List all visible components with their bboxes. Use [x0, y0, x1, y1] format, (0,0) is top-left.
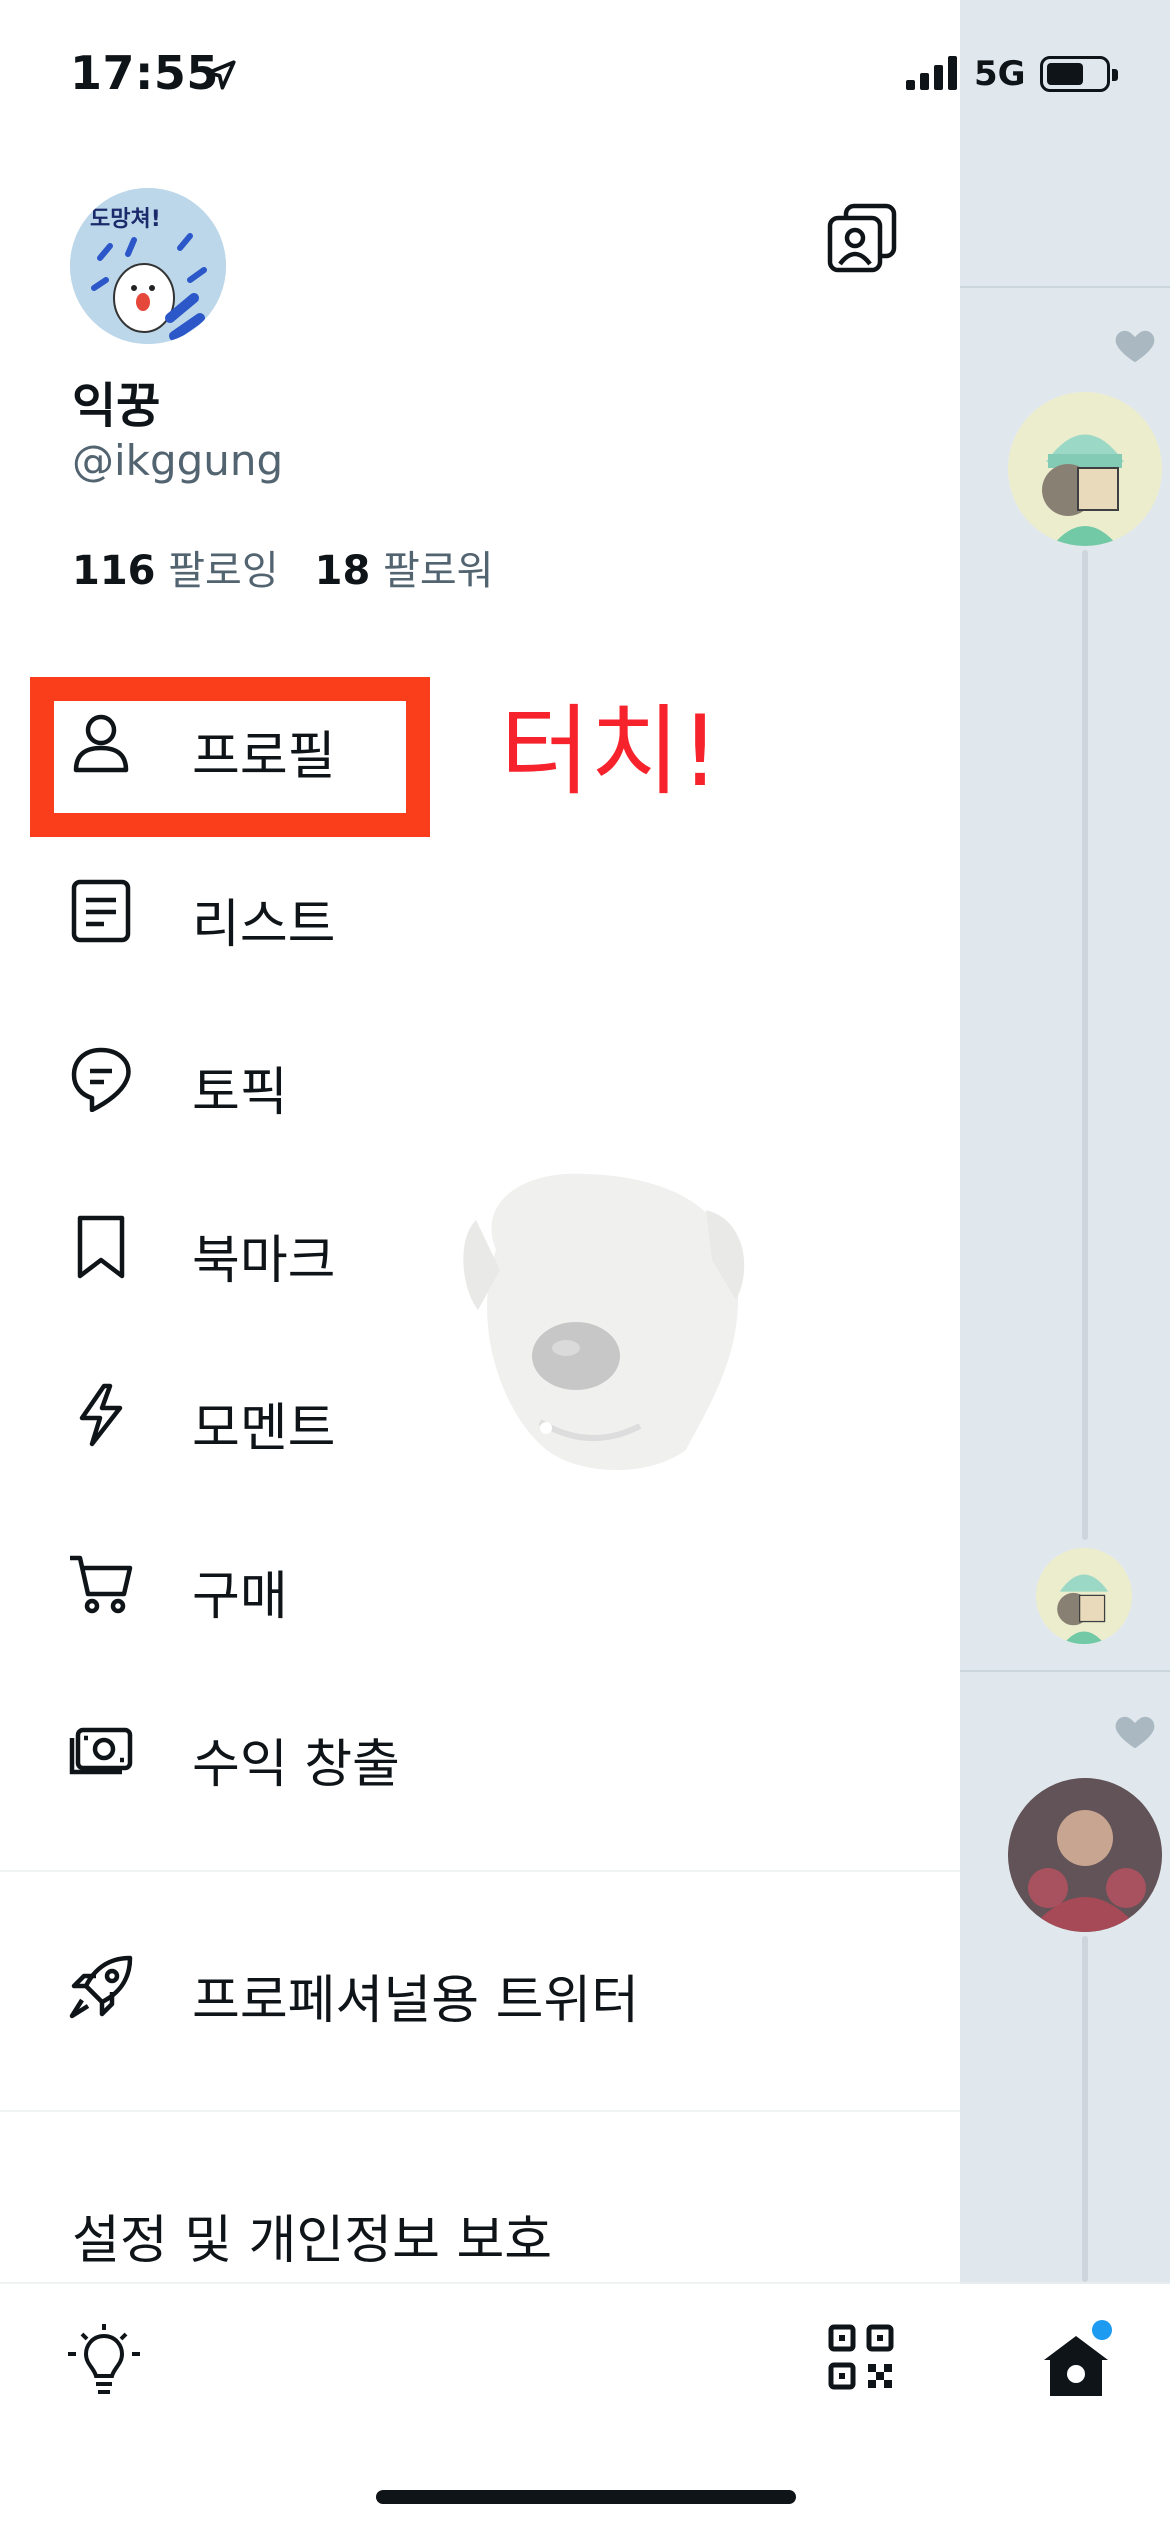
home-indicator[interactable]	[376, 2490, 796, 2504]
tweet-avatar-small[interactable]	[1036, 1548, 1132, 1644]
menu-label: 리스트	[192, 895, 336, 955]
menu-divider	[0, 2110, 960, 2112]
status-bar: 17:55	[0, 0, 960, 140]
menu-label: 프로페셔널용 트위터	[192, 1971, 640, 2031]
menu-label: 북마크	[192, 1231, 336, 1291]
menu-item-lists[interactable]: 리스트	[0, 836, 960, 986]
tutorial-touch-label: 터치!	[500, 695, 720, 809]
avatar[interactable]: 도망쳐!	[70, 188, 226, 344]
settings-privacy-link[interactable]: 설정 및 개인정보 보호	[72, 2198, 552, 2273]
thread-line	[1082, 1936, 1088, 2282]
background-bottom-nav	[960, 2282, 1170, 2532]
menu-label: 모멘트	[192, 1399, 336, 1459]
account-switch-icon[interactable]	[826, 202, 898, 274]
menu-item-purchases[interactable]: 구매	[0, 1508, 960, 1658]
menu-label: 수익 창출	[192, 1735, 400, 1795]
menu-item-monetization[interactable]: 수익 창출	[0, 1676, 960, 1826]
timeline-divider	[960, 286, 1170, 288]
following-link[interactable]: 116 팔로잉	[72, 548, 279, 594]
topic-icon	[68, 1046, 134, 1113]
moments-icon	[68, 1382, 134, 1448]
heart-icon	[1112, 322, 1158, 368]
lightbulb-icon[interactable]	[66, 2322, 142, 2402]
signal-icon	[906, 56, 960, 94]
menu-label: 구매	[192, 1567, 288, 1627]
user-handle: @ikggung	[72, 436, 284, 485]
thread-line	[1082, 550, 1088, 1540]
svg-text:도망쳐!: 도망쳐!	[90, 207, 161, 232]
followers-count: 18	[314, 548, 371, 594]
list-icon	[68, 878, 134, 944]
followers-label: 팔로워	[383, 548, 494, 594]
side-drawer: 17:55 5G 도망쳐! 익꿍 @ikggung 116 팔로잉 18 팔로워…	[0, 0, 1118, 2532]
menu-item-professional[interactable]: 프로페셔널용 트위터	[0, 1912, 960, 2062]
cart-icon	[68, 1550, 134, 1616]
timeline-divider	[960, 1670, 1170, 1672]
home-icon[interactable]	[1040, 2330, 1112, 2402]
menu-divider	[0, 1870, 960, 1872]
background-timeline	[960, 0, 1170, 2532]
status-time: 17:55	[70, 46, 219, 100]
follow-stats: 116 팔로잉 18 팔로워	[72, 538, 493, 596]
tutorial-highlight-box	[30, 677, 430, 837]
money-icon	[68, 1718, 134, 1784]
display-name[interactable]: 익꿍	[72, 366, 160, 436]
heart-icon	[1112, 1708, 1158, 1754]
tweet-avatar[interactable]	[1008, 1778, 1162, 1932]
dog-sticker-image	[456, 1160, 756, 1480]
following-label: 팔로잉	[168, 548, 279, 594]
qr-code-icon[interactable]	[828, 2324, 894, 2390]
following-count: 116	[72, 548, 156, 594]
bookmark-icon	[68, 1214, 134, 1280]
menu-label: 토픽	[192, 1063, 288, 1123]
rocket-icon	[68, 1954, 134, 2020]
location-arrow-icon	[204, 58, 238, 92]
battery-icon	[1040, 56, 1118, 92]
menu-item-topics[interactable]: 토픽	[0, 1004, 960, 1154]
followers-link[interactable]: 18 팔로워	[315, 548, 494, 594]
notification-dot	[1092, 2320, 1112, 2340]
network-type: 5G	[974, 54, 1026, 94]
tweet-avatar[interactable]	[1008, 392, 1162, 546]
